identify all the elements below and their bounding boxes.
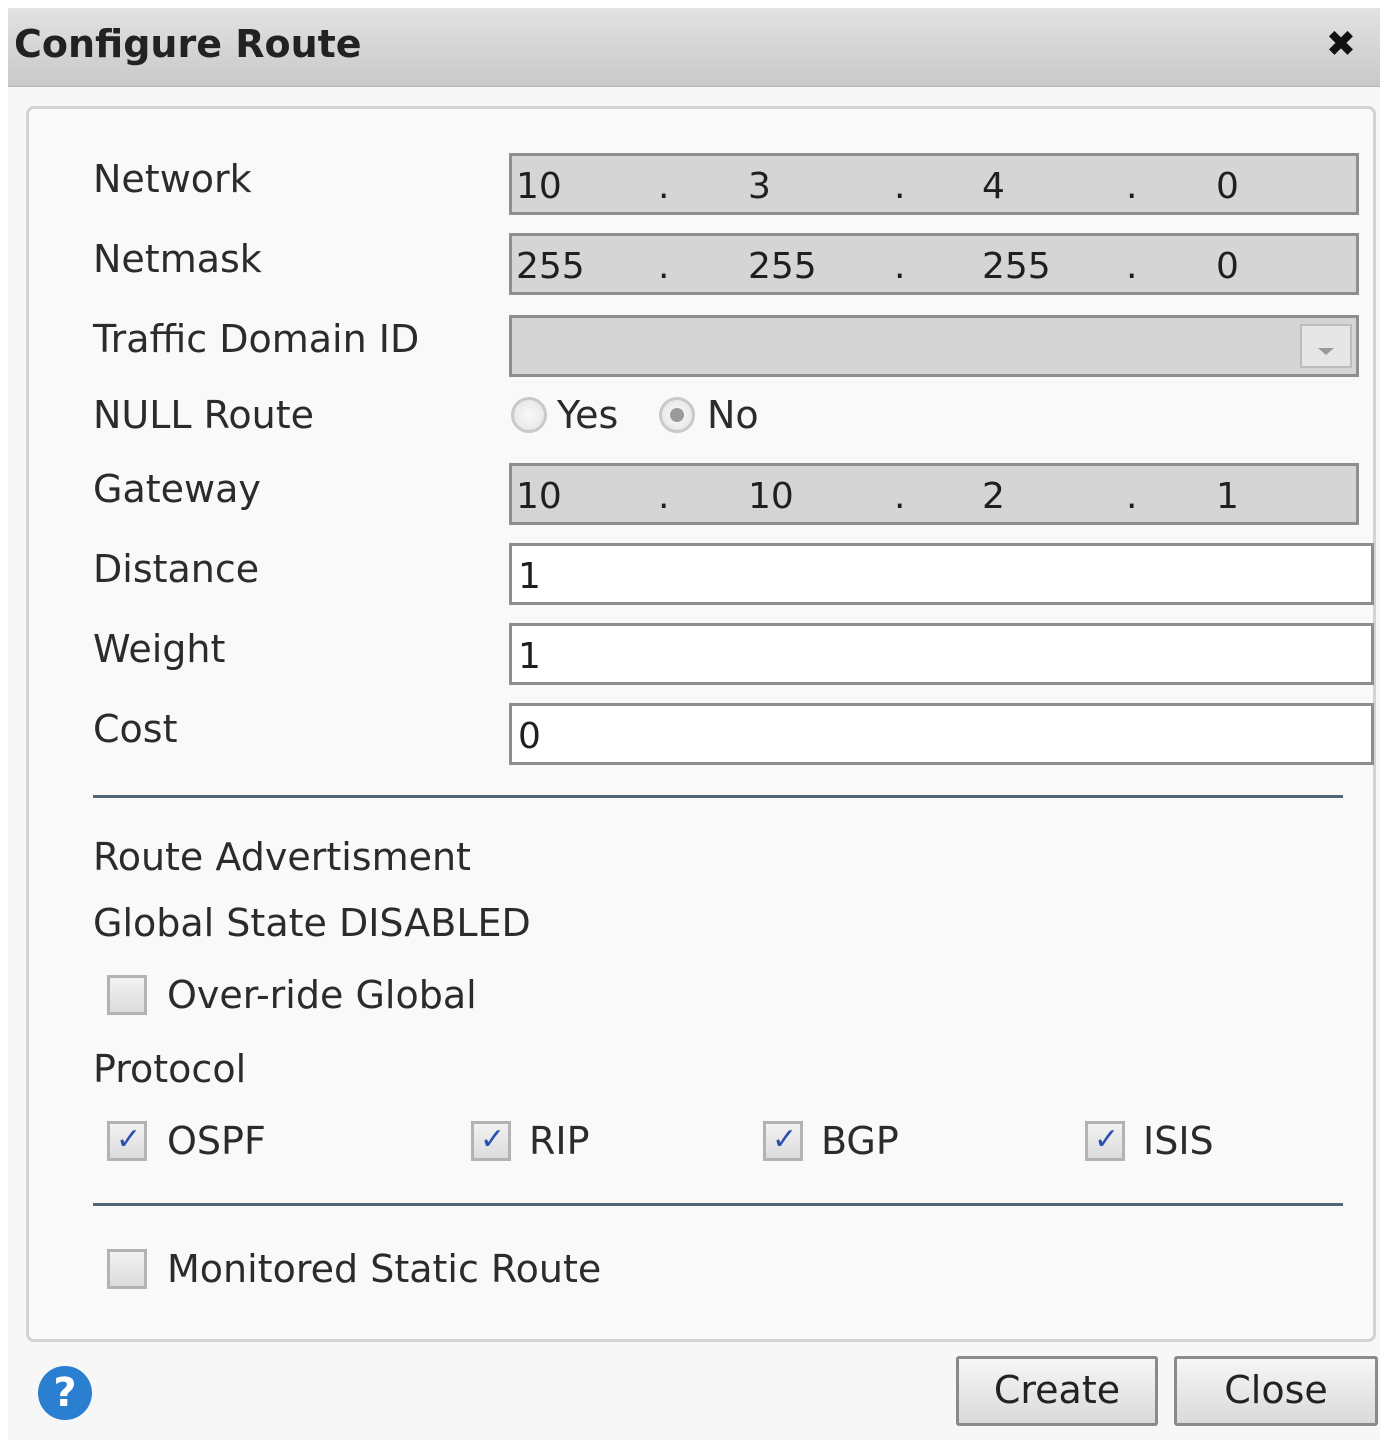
netmask-octet-1[interactable]: 255 [516,246,585,287]
isis-label[interactable]: ISIS [1143,1119,1214,1163]
network-octet-4[interactable]: 0 [1216,166,1239,207]
close-button[interactable]: Close [1174,1356,1378,1426]
section-divider [93,1203,1343,1206]
override-global-label[interactable]: Over-ride Global [167,973,477,1017]
weight-value: 1 [518,636,541,677]
octet-separator: . [894,476,906,517]
configure-route-dialog: Configure Route ✖ Network 10 . 3 . 4 . 0… [8,8,1380,1440]
network-label: Network [93,157,252,201]
create-button[interactable]: Create [956,1356,1158,1426]
netmask-label: Netmask [93,237,262,281]
cost-label: Cost [93,707,178,751]
rip-label[interactable]: RIP [529,1119,590,1163]
network-octet-3[interactable]: 4 [982,166,1005,207]
octet-separator: . [1126,246,1138,287]
octet-separator: . [1126,476,1138,517]
gateway-ip-field[interactable]: 10 . 10 . 2 . 1 [509,463,1359,525]
dialog-title: Configure Route [14,22,362,66]
gateway-octet-4[interactable]: 1 [1216,476,1239,517]
netmask-octet-2[interactable]: 255 [748,246,817,287]
bgp-label[interactable]: BGP [821,1119,899,1163]
distance-value: 1 [518,556,541,597]
traffic-domain-label: Traffic Domain ID [93,317,420,361]
help-icon[interactable]: ? [38,1366,92,1420]
cost-value: 0 [518,716,541,757]
section-divider [93,795,1343,798]
weight-label: Weight [93,627,226,671]
bgp-checkbox[interactable]: ✓ [763,1121,803,1161]
checkmark-icon: ✓ [116,1122,142,1157]
close-icon[interactable]: ✖ [1326,24,1356,65]
form-panel: Network 10 . 3 . 4 . 0 Netmask 255 . 255… [26,106,1376,1342]
gateway-octet-3[interactable]: 2 [982,476,1005,517]
gateway-octet-1[interactable]: 10 [516,476,562,517]
null-route-yes-radio[interactable] [511,397,547,433]
octet-separator: . [658,476,670,517]
network-octet-2[interactable]: 3 [748,166,771,207]
octet-separator: . [894,166,906,207]
distance-label: Distance [93,547,260,591]
netmask-octet-4[interactable]: 0 [1216,246,1239,287]
chevron-down-icon [1318,347,1334,355]
ospf-checkbox[interactable]: ✓ [107,1121,147,1161]
netmask-octet-3[interactable]: 255 [982,246,1051,287]
title-bar[interactable]: Configure Route ✖ [8,8,1380,87]
null-route-no-radio[interactable] [659,397,695,433]
null-route-no-label[interactable]: No [707,393,759,437]
weight-input[interactable]: 1 [509,623,1374,685]
dropdown-button[interactable] [1300,324,1352,368]
override-global-checkbox[interactable] [107,975,147,1015]
octet-separator: . [1126,166,1138,207]
distance-input[interactable]: 1 [509,543,1374,605]
octet-separator: . [658,166,670,207]
network-octet-1[interactable]: 10 [516,166,562,207]
null-route-yes-label[interactable]: Yes [557,393,618,437]
route-advertisment-heading: Route Advertisment [93,835,471,879]
checkmark-icon: ✓ [1094,1122,1120,1157]
octet-separator: . [894,246,906,287]
octet-separator: . [658,246,670,287]
null-route-label: NULL Route [93,393,314,437]
network-ip-field[interactable]: 10 . 3 . 4 . 0 [509,153,1359,215]
gateway-label: Gateway [93,467,261,511]
rip-checkbox[interactable]: ✓ [471,1121,511,1161]
traffic-domain-select[interactable] [509,315,1359,377]
monitored-static-route-checkbox[interactable] [107,1249,147,1289]
checkmark-icon: ✓ [772,1122,798,1157]
isis-checkbox[interactable]: ✓ [1085,1121,1125,1161]
netmask-ip-field[interactable]: 255 . 255 . 255 . 0 [509,233,1359,295]
monitored-static-route-label[interactable]: Monitored Static Route [167,1247,601,1291]
protocol-heading: Protocol [93,1047,247,1091]
checkmark-icon: ✓ [480,1122,506,1157]
global-state-text: Global State DISABLED [93,901,531,945]
cost-input[interactable]: 0 [509,703,1374,765]
gateway-octet-2[interactable]: 10 [748,476,794,517]
ospf-label[interactable]: OSPF [167,1119,266,1163]
